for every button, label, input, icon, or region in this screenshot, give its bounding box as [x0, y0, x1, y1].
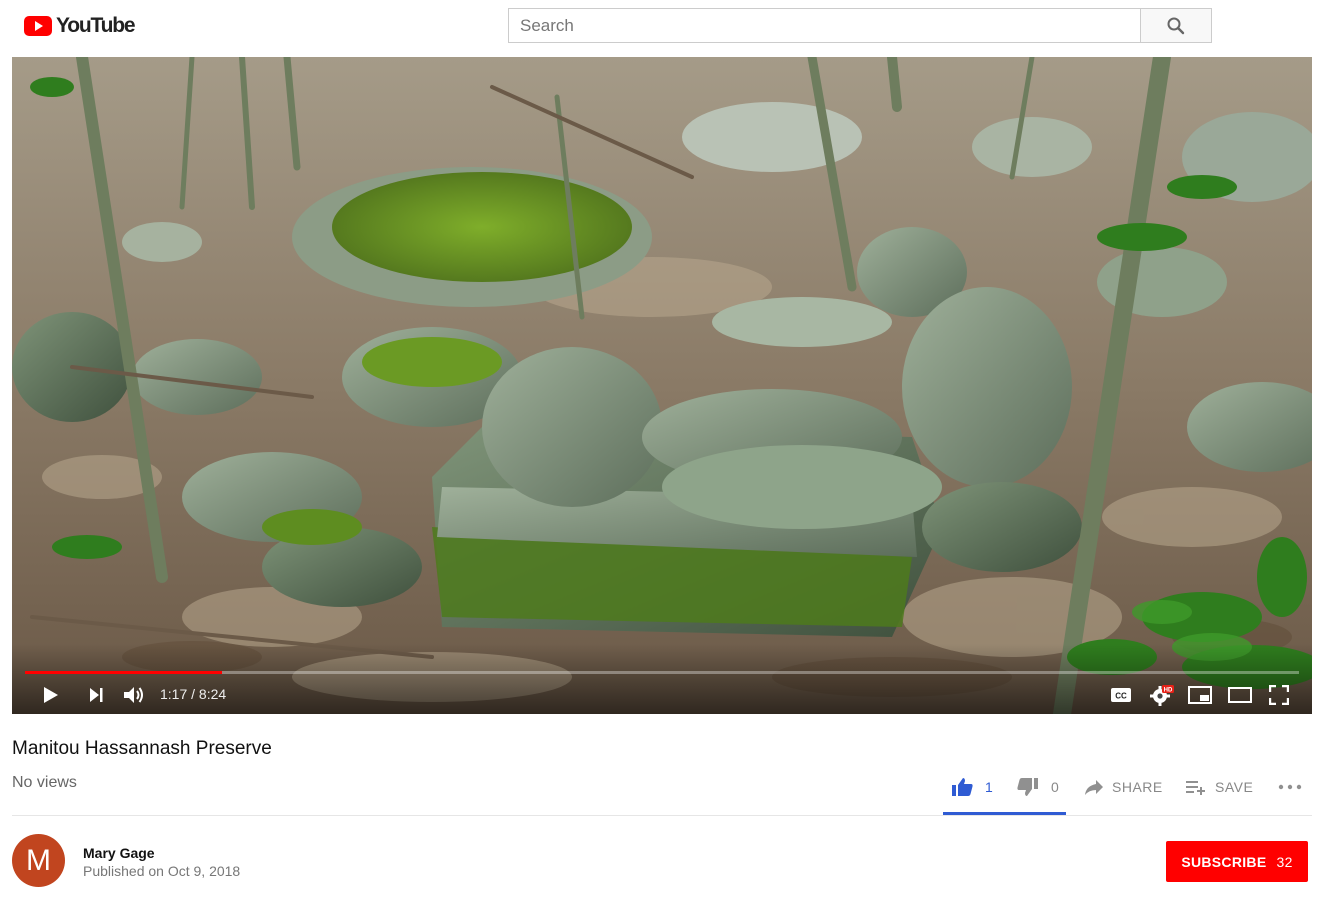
dislike-count: 0	[1051, 779, 1059, 795]
youtube-play-logo-icon	[24, 16, 52, 36]
search-box	[508, 8, 1141, 43]
video-frame[interactable]	[12, 57, 1312, 714]
time-display: 1:17 / 8:24	[160, 686, 227, 702]
mute-button[interactable]	[120, 681, 148, 709]
publish-date: Published on Oct 9, 2018	[83, 863, 241, 879]
play-icon	[44, 687, 58, 703]
search-input[interactable]	[509, 9, 1141, 42]
share-arrow-icon	[1085, 780, 1103, 795]
progress-bar[interactable]	[25, 671, 1299, 674]
theater-mode-icon	[1228, 687, 1252, 703]
view-count: No views	[12, 774, 77, 791]
subscriber-count: 32	[1276, 853, 1293, 870]
like-button[interactable]: 1	[951, 770, 993, 804]
masthead: YouTube	[0, 0, 1320, 56]
thumbs-up-icon	[952, 778, 973, 796]
miniplayer-icon	[1188, 686, 1212, 704]
theater-mode-button[interactable]	[1226, 681, 1254, 709]
channel-name[interactable]: Mary Gage	[83, 845, 155, 861]
dislike-button[interactable]: 0	[1017, 770, 1059, 804]
search-icon	[1167, 17, 1185, 34]
closed-captions-icon: CC	[1111, 688, 1131, 702]
progress-bar-played	[25, 671, 223, 674]
volume-icon	[124, 687, 143, 703]
divider	[12, 815, 1312, 816]
save-label: SAVE	[1215, 779, 1254, 795]
svg-text:CC: CC	[1115, 692, 1127, 701]
logo-text: YouTube	[56, 14, 136, 37]
more-horizontal-icon	[1278, 784, 1302, 790]
next-button[interactable]	[84, 681, 108, 709]
like-count: 1	[985, 779, 993, 795]
captions-button[interactable]: CC	[1108, 681, 1134, 709]
miniplayer-button[interactable]	[1186, 681, 1214, 709]
video-player[interactable]: 1:17 / 8:24 CC HD	[12, 57, 1312, 714]
share-button[interactable]: SHARE	[1084, 770, 1163, 804]
search-button[interactable]	[1140, 8, 1212, 43]
settings-gear-icon: HD	[1150, 685, 1174, 706]
play-button[interactable]	[38, 681, 62, 709]
skip-next-icon	[90, 688, 103, 702]
fullscreen-icon	[1269, 685, 1289, 705]
share-label: SHARE	[1112, 779, 1163, 795]
add-to-playlist-icon	[1186, 781, 1205, 795]
subscribe-button[interactable]: SUBSCRIBE 32	[1166, 841, 1308, 882]
youtube-logo[interactable]: YouTube	[24, 14, 136, 38]
save-button[interactable]: SAVE	[1185, 770, 1253, 804]
subscribe-label: SUBSCRIBE	[1181, 853, 1267, 870]
video-title: Manitou Hassannash Preserve	[12, 738, 272, 759]
more-actions-button[interactable]	[1278, 770, 1302, 804]
settings-button[interactable]: HD	[1148, 681, 1176, 709]
channel-avatar[interactable]: M	[12, 834, 65, 887]
hd-badge: HD	[1164, 687, 1173, 693]
fullscreen-button[interactable]	[1266, 681, 1292, 709]
thumbs-down-icon	[1017, 778, 1038, 796]
